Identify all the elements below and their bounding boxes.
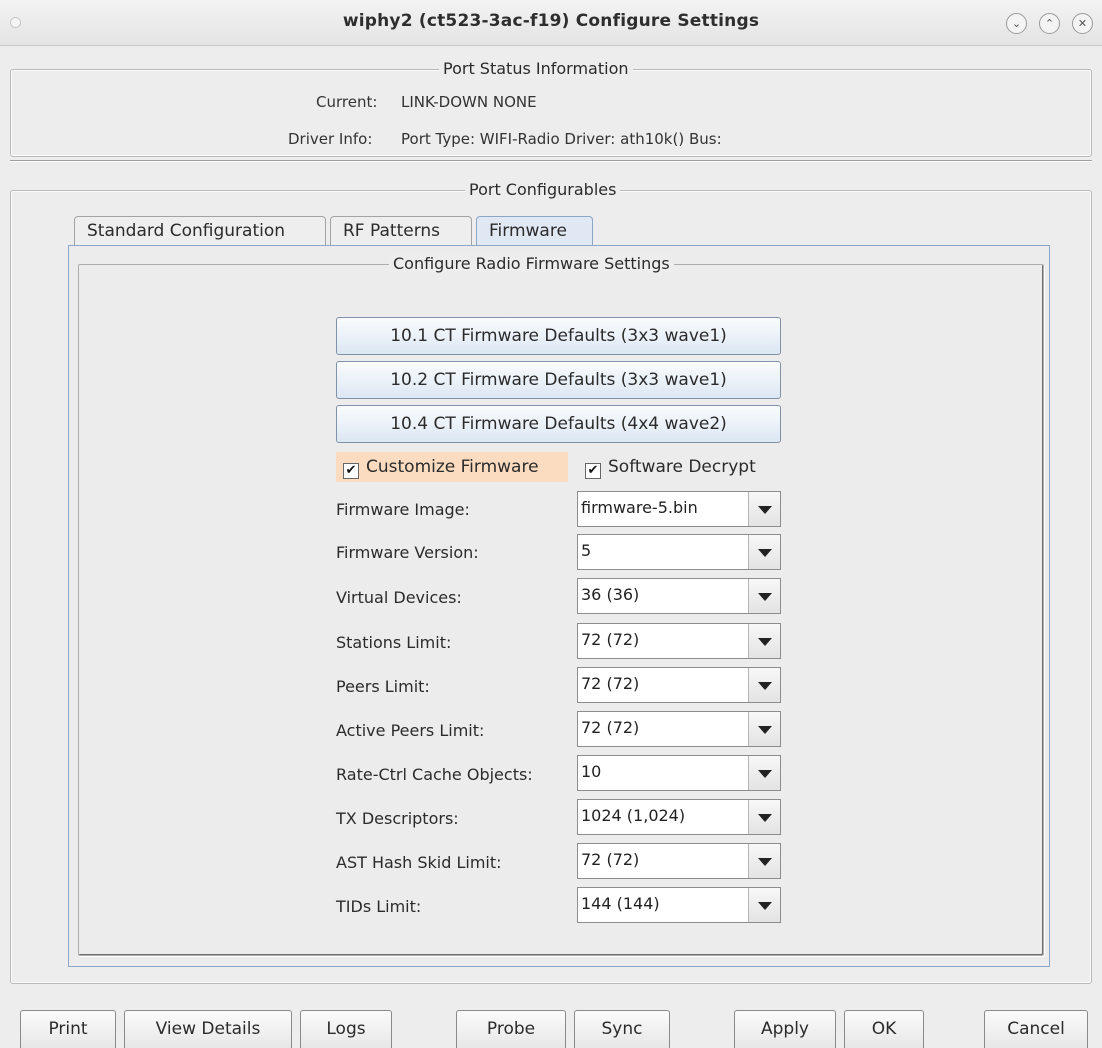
firmware-version-value: 5 bbox=[581, 541, 592, 560]
ast-hash-skid-limit-select[interactable]: 72 (72) bbox=[577, 843, 781, 879]
view-details-button[interactable]: View Details bbox=[124, 1010, 292, 1048]
tids-limit-label: TIDs Limit: bbox=[336, 897, 422, 916]
chevron-down-icon[interactable] bbox=[748, 888, 780, 922]
firmware-settings-title: Configure Radio Firmware Settings bbox=[389, 254, 674, 273]
current-value: LINK-DOWN NONE bbox=[401, 93, 537, 111]
port-configurables-title: Port Configurables bbox=[465, 180, 621, 199]
apply-button[interactable]: Apply bbox=[734, 1010, 836, 1048]
logs-button[interactable]: Logs bbox=[300, 1010, 392, 1048]
stations-limit-select[interactable]: 72 (72) bbox=[577, 623, 781, 659]
rate-ctrl-cache-value: 10 bbox=[581, 762, 602, 781]
active-peers-limit-label: Active Peers Limit: bbox=[336, 721, 485, 740]
tx-descriptors-select[interactable]: 1024 (1,024) bbox=[577, 799, 781, 835]
chevron-down-icon[interactable] bbox=[748, 756, 780, 790]
tids-limit-select[interactable]: 144 (144) bbox=[577, 887, 781, 923]
tab-firmware[interactable]: Firmware bbox=[476, 216, 593, 247]
driver-info-label: Driver Info: bbox=[288, 130, 373, 148]
virtual-devices-label: Virtual Devices: bbox=[336, 588, 462, 607]
driver-info-value: Port Type: WIFI-Radio Driver: ath10k() B… bbox=[401, 130, 722, 148]
current-label: Current: bbox=[316, 93, 378, 111]
stations-limit-value: 72 (72) bbox=[581, 630, 640, 649]
tx-descriptors-label: TX Descriptors: bbox=[336, 809, 459, 828]
tids-limit-value: 144 (144) bbox=[581, 894, 660, 913]
check-icon: ✔ bbox=[343, 463, 359, 479]
ast-hash-skid-limit-label: AST Hash Skid Limit: bbox=[336, 853, 502, 872]
firmware-image-select[interactable]: firmware-5.bin bbox=[577, 491, 781, 527]
tx-descriptors-value: 1024 (1,024) bbox=[581, 806, 686, 825]
customize-firmware-label: Customize Firmware bbox=[366, 457, 539, 477]
port-status-title: Port Status Information bbox=[439, 59, 633, 78]
check-icon: ✔ bbox=[585, 463, 601, 479]
maximize-icon[interactable]: ⌃ bbox=[1039, 13, 1060, 34]
chevron-down-icon[interactable] bbox=[748, 492, 780, 526]
active-peers-limit-select[interactable]: 72 (72) bbox=[577, 711, 781, 747]
close-icon[interactable]: ✕ bbox=[1072, 13, 1093, 34]
firmware-version-label: Firmware Version: bbox=[336, 543, 479, 562]
probe-button[interactable]: Probe bbox=[456, 1010, 566, 1048]
chevron-down-icon[interactable] bbox=[748, 668, 780, 702]
chevron-down-icon[interactable] bbox=[748, 535, 780, 569]
tab-rf-patterns[interactable]: RF Patterns bbox=[330, 216, 472, 246]
chevron-down-icon[interactable] bbox=[748, 712, 780, 746]
firmware-image-label: Firmware Image: bbox=[336, 500, 470, 519]
fw-10-4-defaults-button[interactable]: 10.4 CT Firmware Defaults (4x4 wave2) bbox=[336, 405, 781, 443]
chevron-down-icon[interactable] bbox=[748, 800, 780, 834]
tab-standard-configuration[interactable]: Standard Configuration bbox=[74, 216, 326, 246]
cancel-button[interactable]: Cancel bbox=[984, 1010, 1088, 1048]
peers-limit-select[interactable]: 72 (72) bbox=[577, 667, 781, 703]
stations-limit-label: Stations Limit: bbox=[336, 633, 452, 652]
rate-ctrl-cache-select[interactable]: 10 bbox=[577, 755, 781, 791]
chevron-down-icon[interactable] bbox=[748, 579, 780, 613]
peers-limit-label: Peers Limit: bbox=[336, 677, 430, 696]
fw-10-1-defaults-button[interactable]: 10.1 CT Firmware Defaults (3x3 wave1) bbox=[336, 317, 781, 355]
ast-hash-skid-limit-value: 72 (72) bbox=[581, 850, 640, 869]
virtual-devices-value: 36 (36) bbox=[581, 585, 640, 604]
software-decrypt-checkbox[interactable]: ✔ Software Decrypt bbox=[585, 452, 785, 482]
title-bar[interactable]: wiphy2 (ct523-3ac-f19) Configure Setting… bbox=[0, 0, 1102, 46]
window-title: wiphy2 (ct523-3ac-f19) Configure Setting… bbox=[342, 11, 760, 31]
customize-firmware-checkbox[interactable]: ✔ Customize Firmware bbox=[336, 452, 568, 482]
chevron-down-icon[interactable] bbox=[748, 844, 780, 878]
rate-ctrl-cache-label: Rate-Ctrl Cache Objects: bbox=[336, 765, 533, 784]
separator bbox=[10, 160, 1092, 162]
chevron-down-icon[interactable] bbox=[748, 624, 780, 658]
firmware-image-value: firmware-5.bin bbox=[581, 498, 698, 517]
ok-button[interactable]: OK bbox=[844, 1010, 924, 1048]
peers-limit-value: 72 (72) bbox=[581, 674, 640, 693]
software-decrypt-label: Software Decrypt bbox=[608, 457, 756, 477]
print-button[interactable]: Print bbox=[20, 1010, 116, 1048]
fw-10-2-defaults-button[interactable]: 10.2 CT Firmware Defaults (3x3 wave1) bbox=[336, 361, 781, 399]
virtual-devices-select[interactable]: 36 (36) bbox=[577, 578, 781, 614]
firmware-version-select[interactable]: 5 bbox=[577, 534, 781, 570]
sync-button[interactable]: Sync bbox=[574, 1010, 670, 1048]
active-peers-limit-value: 72 (72) bbox=[581, 718, 640, 737]
minimize-icon[interactable]: ⌄ bbox=[1006, 13, 1027, 34]
